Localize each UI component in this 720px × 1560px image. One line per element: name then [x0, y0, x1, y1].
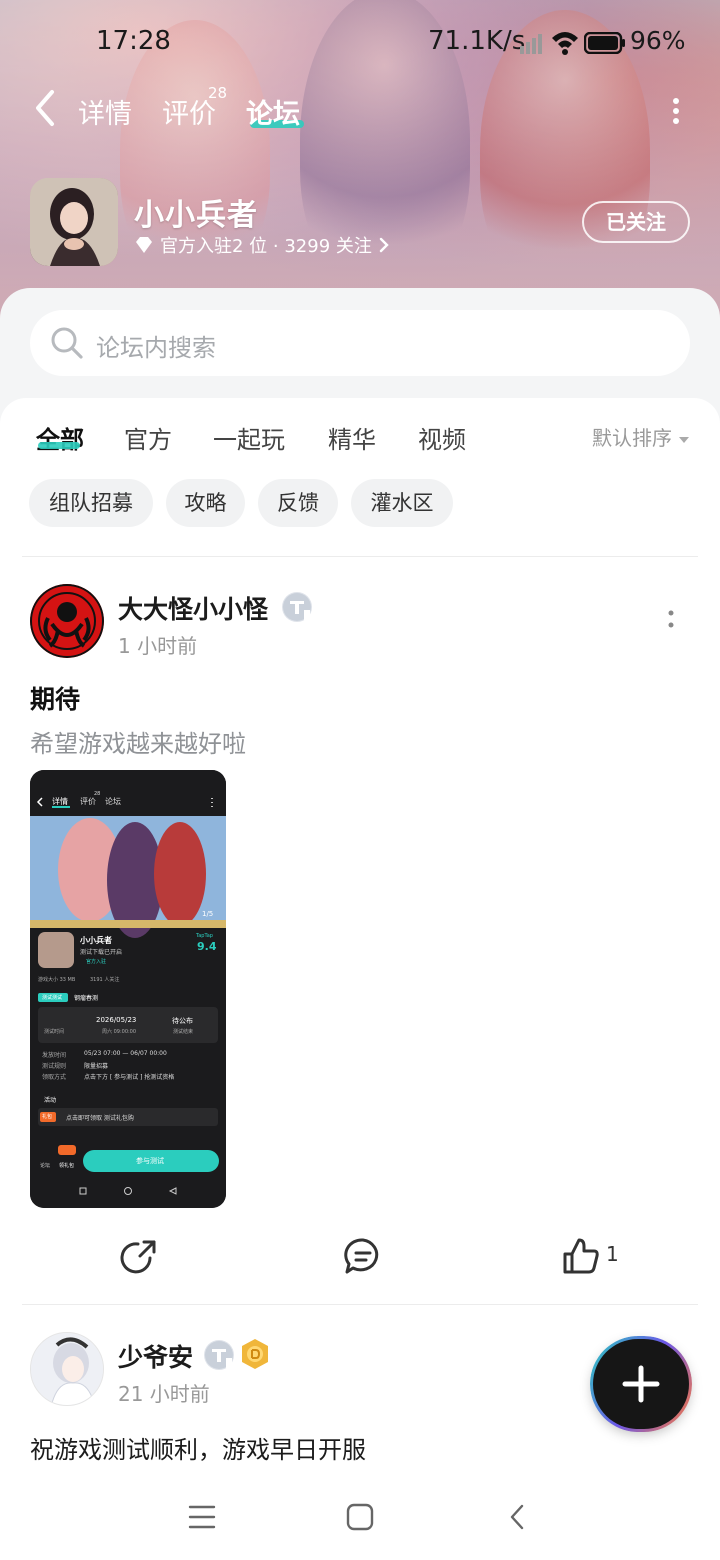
- post-image[interactable]: 详情 评价 28 论坛 1/5 小小兵者 测试下载已开启 官方入驻 TapTap…: [30, 770, 226, 1208]
- level-badge-icon: [204, 1340, 234, 1370]
- mini-start-date: 2026/05/23: [96, 1016, 137, 1024]
- tab-forum[interactable]: 论坛: [246, 92, 300, 131]
- chip-guides[interactable]: 攻略: [166, 479, 245, 527]
- more-options-icon[interactable]: [668, 96, 684, 126]
- level-badge-icon: [282, 592, 312, 622]
- reviews-count-badge: 28: [208, 84, 228, 102]
- filter-tab-featured[interactable]: 精华: [328, 420, 376, 455]
- chip-team-recruit[interactable]: 组队招募: [29, 479, 153, 527]
- nav-back-icon[interactable]: [508, 1503, 526, 1531]
- mini-row-value: 点击下方 [ 参与测试 ] 抢测试资格: [84, 1074, 175, 1081]
- avatar[interactable]: [30, 1332, 104, 1406]
- network-speed: 71.1K/s: [428, 26, 526, 56]
- post-author[interactable]: 少爷安: [118, 1338, 193, 1374]
- chevron-right-icon: [379, 237, 389, 253]
- mini-gift-text: 点击即可领取 测试礼包购: [66, 1115, 134, 1122]
- game-icon[interactable]: [30, 178, 118, 266]
- mini-subtitle: 测试下载已开启: [80, 949, 123, 956]
- system-nav-bar: [0, 1472, 720, 1560]
- filter-tab-video[interactable]: 视频: [418, 420, 466, 455]
- plus-icon: [622, 1365, 660, 1403]
- follow-button[interactable]: 已关注: [582, 201, 690, 243]
- home-icon[interactable]: [346, 1503, 374, 1531]
- search-placeholder: 论坛内搜索: [96, 334, 216, 362]
- mini-gift-tag: 礼包: [42, 1114, 53, 1120]
- post-time: 21 小时前: [118, 1382, 210, 1406]
- post-body: 希望游戏越来越好啦: [30, 730, 246, 758]
- avatar[interactable]: [30, 584, 104, 658]
- mini-join-label: 参与测试: [136, 1157, 164, 1165]
- divider: [22, 556, 698, 557]
- mini-follow: 3191 人关注: [90, 977, 120, 983]
- post-title: 期待: [30, 685, 81, 714]
- sort-dropdown[interactable]: 默认排序: [592, 422, 690, 451]
- diamond-icon: [136, 237, 152, 253]
- status-bar: 17:28 71.1K/s 96%: [0, 22, 720, 62]
- search-input[interactable]: 论坛内搜索: [30, 310, 690, 376]
- caret-down-icon: [679, 437, 690, 443]
- filter-tab-all[interactable]: 全部: [36, 420, 84, 455]
- divider: [22, 1304, 698, 1305]
- mini-official: 官方入驻: [86, 959, 107, 965]
- create-post-button[interactable]: [592, 1338, 690, 1430]
- post-body: 祝游戏测试顺利，游戏早日开服: [30, 1436, 366, 1464]
- filter-active-indicator: [38, 442, 80, 449]
- mini-score-brand: TapTap: [196, 933, 213, 939]
- mini-start-sub: 周六 09:00:00: [102, 1029, 137, 1035]
- game-meta-text: 官方入驻2 位 · 3299 关注: [160, 236, 372, 257]
- mini-row-value: 05/23 07:00 — 06/07 00:00: [84, 1050, 167, 1057]
- mini-row-key: 发放时间: [42, 1052, 67, 1059]
- post-more-icon[interactable]: [664, 608, 678, 632]
- mini-end-sub: 测试结束: [173, 1029, 194, 1035]
- menu-icon[interactable]: [188, 1504, 216, 1530]
- game-meta[interactable]: 官方入驻2 位 · 3299 关注: [134, 232, 390, 258]
- mini-end-value: 待公布: [172, 1017, 193, 1025]
- mini-forum-label: 论坛: [40, 1163, 51, 1169]
- mini-row-key: 测试规则: [42, 1063, 67, 1070]
- like-icon[interactable]: [561, 1236, 601, 1276]
- mini-row-key: 领取方式: [42, 1074, 67, 1081]
- search-icon: [51, 327, 83, 359]
- mini-tab-details: 详情: [52, 797, 68, 806]
- mini-gift-label: 领礼包: [59, 1163, 75, 1169]
- chip-feedback[interactable]: 反馈: [258, 479, 338, 527]
- battery-level: 96%: [630, 26, 686, 55]
- mini-row-value: 限量招募: [84, 1063, 109, 1070]
- mini-test-tag: 测试测试: [42, 995, 63, 1001]
- filter-tab-official[interactable]: 官方: [124, 420, 172, 455]
- back-arrow-icon[interactable]: [30, 88, 60, 128]
- game-name: 小小兵者: [134, 198, 258, 233]
- mini-tab-reviews: 评价: [80, 797, 96, 806]
- post-author[interactable]: 大大怪小小怪: [118, 590, 268, 626]
- filter-tab-play-together[interactable]: 一起玩: [213, 420, 285, 455]
- mini-test-name: 钢瘤春测: [74, 995, 99, 1002]
- share-icon[interactable]: [120, 1236, 160, 1276]
- mini-page-indicator: 1/5: [202, 910, 214, 918]
- mini-size: 游戏大小 33 MB: [38, 977, 76, 983]
- mini-tab-forum: 论坛: [105, 797, 121, 806]
- mini-tab-badge: 28: [94, 791, 101, 797]
- tab-details[interactable]: 详情: [78, 92, 132, 131]
- mini-score: 9.4: [197, 940, 217, 953]
- mini-activity: 活动: [44, 1097, 57, 1104]
- comment-icon[interactable]: [343, 1236, 383, 1276]
- mini-game-name: 小小兵者: [80, 936, 112, 945]
- chip-chat[interactable]: 灌水区: [351, 479, 453, 527]
- like-count: 1: [606, 1242, 619, 1266]
- gold-badge-icon: [242, 1339, 268, 1369]
- status-time: 17:28: [96, 26, 171, 56]
- battery-icon: [584, 32, 625, 54]
- top-nav: 详情 评价 28 论坛: [0, 82, 720, 142]
- sort-label: 默认排序: [592, 426, 672, 450]
- mini-start-label: 测试时间: [44, 1029, 65, 1035]
- post-time: 1 小时前: [118, 634, 198, 658]
